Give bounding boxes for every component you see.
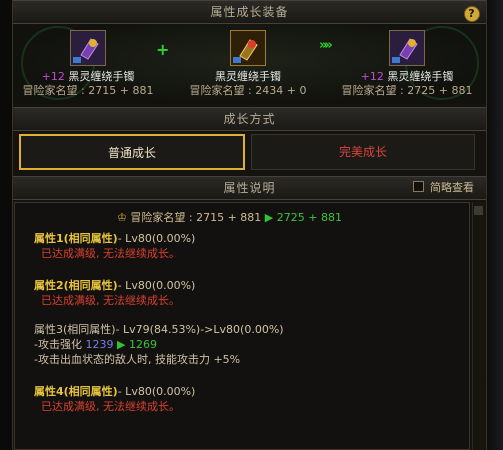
item-info-material: 黑灵缠绕手镯 冒险家名望 : 2434 + 0	[168, 70, 328, 98]
attribute-desc-title: 属性说明	[223, 181, 276, 195]
fame-compare: ♔ 冒险家名望 : 2715 + 881 ▶ 2725 + 881	[117, 209, 342, 225]
attribute-max-msg: 已达成满级, 无法继续成长。	[41, 400, 180, 413]
growth-method-header: 成长方式	[13, 107, 486, 131]
attribute-stat-effect: -攻击出血状态的敌人时, 技能攻击力 +5%	[34, 353, 241, 366]
normal-growth-button[interactable]: 普通成长	[19, 134, 245, 170]
attribute-3: 属性3(相同属性)- Lv79(84.53%)->Lv80(0.00%) -攻击…	[34, 322, 284, 367]
brief-view-checkbox[interactable]	[413, 181, 424, 192]
attribute-max-msg: 已达成满级, 无法继续成长。	[41, 247, 180, 260]
bracelet-icon	[231, 31, 265, 65]
attribute-title: 属性3(相同属性)- Lv79(84.53%)->Lv80(0.00%)	[34, 323, 284, 336]
help-icon[interactable]: ?	[464, 6, 480, 22]
arrow-right-icon: »»	[319, 38, 333, 53]
fame-crest-icon: ♔	[117, 211, 127, 224]
fame-next: 2725 + 881	[276, 211, 342, 224]
item-icon-material[interactable]	[230, 30, 266, 66]
perfect-growth-button[interactable]: 完美成长	[251, 134, 475, 170]
attribute-stat-to: 1269	[128, 338, 157, 351]
bracelet-icon	[390, 31, 424, 65]
item-name: 黑灵缠绕手镯	[68, 70, 135, 83]
window-title: 属性成长装备	[210, 5, 289, 19]
window-title-bar: 属性成长装备 ?	[13, 0, 486, 24]
attribute-title: 属性4(相同属性)	[34, 385, 118, 398]
attribute-stat-from: 1239	[85, 338, 114, 351]
attribute-level: - Lv80(0.00%)	[117, 385, 196, 398]
item-fame: 冒险家名望 : 2725 + 881	[341, 84, 473, 97]
item-icon-result[interactable]	[389, 30, 425, 66]
item-plus: +12	[360, 70, 384, 83]
attribute-level: - Lv80(0.00%)	[117, 232, 196, 245]
item-name: 黑灵缠绕手镯	[387, 70, 454, 83]
attribute-2: 属性2(相同属性)- Lv80(0.00%) 已达成满级, 无法继续成长。	[34, 278, 195, 308]
attribute-1: 属性1(相同属性)- Lv80(0.00%) 已达成满级, 无法继续成长。	[34, 231, 195, 261]
item-plus: +12	[41, 70, 65, 83]
arrow-right-icon: ▶	[264, 211, 274, 224]
attribute-stat-label: -攻击强化	[34, 338, 82, 351]
attribute-title: 属性2(相同属性)	[34, 279, 118, 292]
background-edge	[487, 0, 503, 450]
item-icon-current[interactable]	[70, 30, 106, 66]
growth-equipment-window: 属性成长装备 ? + »» +12 黑灵缠绕手镯 冒险家名望: 2715 + …	[12, 0, 487, 450]
item-info-result: +12 黑灵缠绕手镯 冒险家名望 : 2725 + 881	[327, 70, 487, 98]
attribute-max-msg: 已达成满级, 无法继续成长。	[41, 294, 180, 307]
growth-method-title: 成长方式	[223, 112, 276, 126]
attribute-4: 属性4(相同属性)- Lv80(0.00%) 已达成满级, 无法继续成长。	[34, 384, 195, 414]
item-name: 黑灵缠绕手镯	[215, 70, 281, 83]
attribute-title: 属性1(相同属性)	[34, 232, 118, 245]
item-info-current: +12 黑灵缠绕手镯 冒险家名望 : 2715 + 881	[8, 70, 168, 98]
equipment-display: + »» +12 黑灵缠绕手镯 冒险家名望 : 2715 + 881 黑灵缠绕手…	[13, 24, 486, 104]
arrow-right-icon: ▶	[116, 338, 126, 351]
desc-scrollbar[interactable]	[472, 202, 484, 450]
item-fame: 冒险家名望 : 2715 + 881	[22, 84, 154, 97]
bracelet-icon	[71, 31, 105, 65]
brief-view-toggle[interactable]: 简略查看	[413, 179, 474, 195]
plus-icon: +	[156, 40, 170, 59]
attribute-level: - Lv80(0.00%)	[117, 279, 196, 292]
fame-current: 冒险家名望 : 2715 + 881	[130, 211, 262, 224]
scroll-up-button[interactable]	[474, 206, 483, 215]
item-fame: 冒险家名望 : 2434 + 0	[189, 84, 307, 97]
brief-view-label: 简略查看	[430, 181, 474, 194]
